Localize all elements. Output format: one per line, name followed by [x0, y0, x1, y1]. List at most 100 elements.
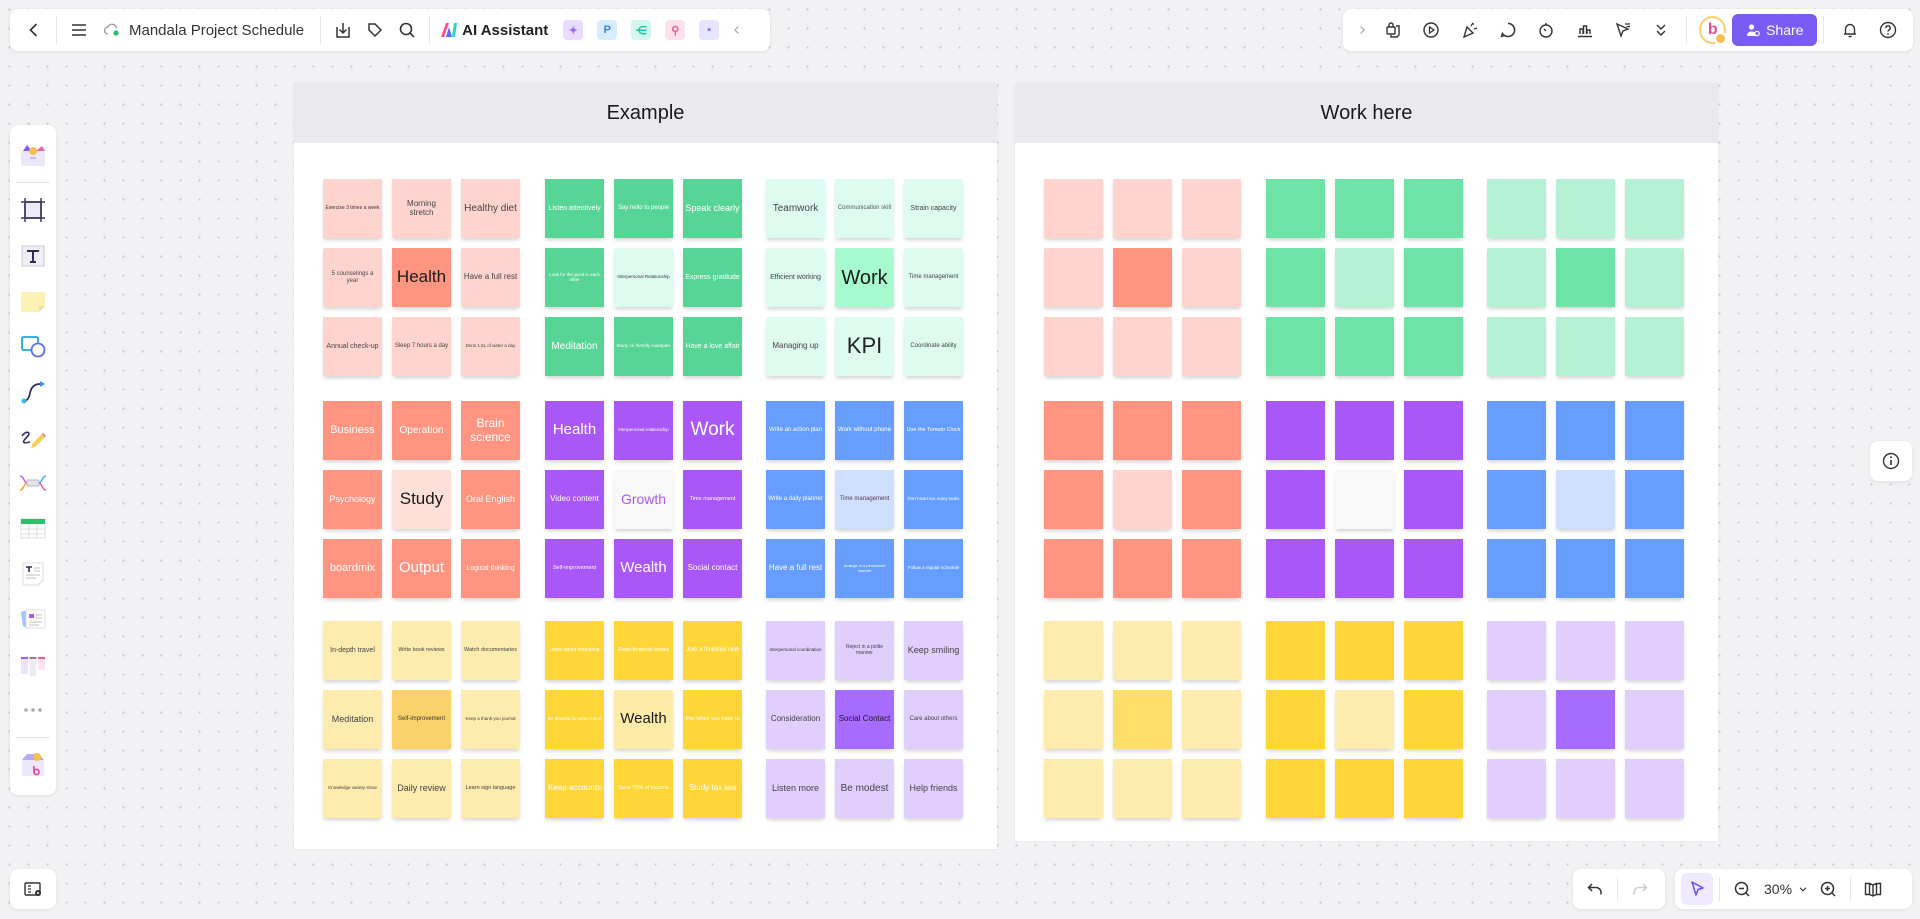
- sticky-note[interactable]: Logical thinking: [461, 539, 520, 598]
- more-tools-button[interactable]: [1646, 14, 1676, 46]
- empty-sticky-note-center[interactable]: [1556, 248, 1615, 307]
- sticky-note[interactable]: KPI: [835, 317, 894, 376]
- sticky-note[interactable]: Oral English: [461, 470, 520, 529]
- empty-sticky-note[interactable]: [1113, 317, 1172, 376]
- sticky-note[interactable]: Reject in a polite manner: [835, 621, 894, 680]
- empty-sticky-note[interactable]: [1335, 539, 1394, 598]
- sticky-note[interactable]: Write an action plan: [766, 401, 825, 460]
- sticky-note[interactable]: Brain science: [461, 401, 520, 460]
- empty-sticky-note[interactable]: [1182, 470, 1241, 529]
- sticky-note[interactable]: Have a full rest: [766, 539, 825, 598]
- undo-button[interactable]: [1579, 873, 1611, 905]
- empty-sticky-note[interactable]: [1266, 690, 1325, 749]
- sticky-note[interactable]: Coordinate ability: [904, 317, 963, 376]
- sticky-note[interactable]: Psychology: [323, 470, 382, 529]
- share-button[interactable]: Share: [1732, 14, 1818, 46]
- empty-sticky-note[interactable]: [1625, 179, 1684, 238]
- sticky-note[interactable]: Keep accounts: [545, 759, 604, 818]
- sticky-note[interactable]: Have a love affair: [683, 317, 742, 376]
- notifications-button[interactable]: [1834, 14, 1864, 46]
- zoom-in-button[interactable]: [1812, 873, 1844, 905]
- empty-sticky-note[interactable]: [1044, 759, 1103, 818]
- sticky-note-center[interactable]: Wealth: [614, 690, 673, 749]
- sticky-note[interactable]: Wealth: [614, 539, 673, 598]
- sticky-note[interactable]: Keep a thank-you journal: [461, 690, 520, 749]
- sticky-note[interactable]: Social contact: [683, 539, 742, 598]
- sticky-note-center[interactable]: Growth: [614, 470, 673, 529]
- sticky-note[interactable]: Meditation: [545, 317, 604, 376]
- empty-sticky-note[interactable]: [1044, 317, 1103, 376]
- sticky-note-center[interactable]: Study: [392, 470, 451, 529]
- empty-sticky-note[interactable]: [1335, 759, 1394, 818]
- redo-button[interactable]: [1624, 873, 1656, 905]
- export-button[interactable]: [327, 14, 359, 46]
- empty-sticky-note[interactable]: [1182, 539, 1241, 598]
- sticky-note-center[interactable]: Health: [392, 248, 451, 307]
- info-button[interactable]: [1870, 441, 1912, 481]
- sticky-note-center[interactable]: Work: [835, 248, 894, 307]
- sticky-note[interactable]: Time management: [683, 470, 742, 529]
- sticky-note[interactable]: Help friends: [904, 759, 963, 818]
- sticky-note-tool[interactable]: [15, 283, 51, 318]
- zoom-out-button[interactable]: [1726, 873, 1758, 905]
- frame-example[interactable]: Example Exercise 3 times a week Morning s…: [294, 83, 997, 849]
- empty-sticky-note[interactable]: [1487, 401, 1546, 460]
- sticky-note[interactable]: Output: [392, 539, 451, 598]
- empty-sticky-note[interactable]: [1487, 539, 1546, 598]
- empty-sticky-note[interactable]: [1266, 401, 1325, 460]
- sticky-note[interactable]: Write book reviews: [392, 621, 451, 680]
- empty-sticky-note[interactable]: [1487, 179, 1546, 238]
- empty-sticky-note[interactable]: [1044, 248, 1103, 307]
- empty-sticky-note[interactable]: [1113, 539, 1172, 598]
- text-tool[interactable]: [15, 238, 51, 273]
- sticky-note[interactable]: Healthy diet: [461, 179, 520, 238]
- timer-button[interactable]: [1531, 14, 1561, 46]
- sticky-note[interactable]: Annual check-up: [323, 317, 382, 376]
- frame-tool[interactable]: [15, 192, 51, 227]
- present-button[interactable]: [1416, 14, 1446, 46]
- empty-sticky-note-center[interactable]: [1335, 248, 1394, 307]
- sticky-note-center[interactable]: Interpersonal Relationship: [614, 248, 673, 307]
- sticky-note[interactable]: In-depth travel: [323, 621, 382, 680]
- empty-sticky-note[interactable]: [1404, 248, 1463, 307]
- sticky-note[interactable]: Learn about marketing: [545, 621, 604, 680]
- empty-sticky-note[interactable]: [1182, 179, 1241, 238]
- comment-button[interactable]: [1493, 14, 1523, 46]
- sticky-note-center[interactable]: Social Contact: [835, 690, 894, 749]
- pen-tool[interactable]: [15, 420, 51, 455]
- more-tools-button[interactable]: [15, 692, 51, 727]
- empty-sticky-note[interactable]: [1335, 401, 1394, 460]
- empty-sticky-note[interactable]: [1182, 317, 1241, 376]
- empty-sticky-note[interactable]: [1556, 539, 1615, 598]
- empty-sticky-note[interactable]: [1487, 317, 1546, 376]
- select-tool-button[interactable]: [1681, 873, 1713, 905]
- connector-tool[interactable]: [15, 374, 51, 409]
- tag-button[interactable]: [359, 14, 391, 46]
- outline-button[interactable]: [10, 869, 56, 909]
- celebrate-button[interactable]: [1455, 14, 1485, 46]
- document-title[interactable]: Mandala Project Schedule: [129, 22, 304, 39]
- sticky-note[interactable]: Meditation: [323, 690, 382, 749]
- empty-sticky-note-center[interactable]: [1335, 690, 1394, 749]
- boardmix-apps-tool[interactable]: [15, 747, 51, 782]
- empty-sticky-note[interactable]: [1556, 759, 1615, 818]
- sticky-note[interactable]: Video content: [545, 470, 604, 529]
- empty-sticky-note[interactable]: [1625, 621, 1684, 680]
- vote-button[interactable]: [1570, 14, 1600, 46]
- back-button[interactable]: [18, 14, 50, 46]
- frame-work-here[interactable]: Work here: [1015, 83, 1718, 841]
- empty-sticky-note[interactable]: [1556, 179, 1615, 238]
- empty-sticky-note-center[interactable]: [1335, 470, 1394, 529]
- empty-sticky-note-center[interactable]: [1113, 248, 1172, 307]
- map-view-button[interactable]: [1857, 873, 1889, 905]
- sticky-note[interactable]: Time management: [904, 248, 963, 307]
- empty-sticky-note[interactable]: [1625, 248, 1684, 307]
- sticky-note[interactable]: Work without phone: [835, 401, 894, 460]
- empty-sticky-note[interactable]: [1625, 470, 1684, 529]
- empty-sticky-note-center[interactable]: [1556, 470, 1615, 529]
- sticky-note[interactable]: Listen more: [766, 759, 825, 818]
- empty-sticky-note[interactable]: [1404, 179, 1463, 238]
- sticky-note[interactable]: Daily review: [392, 759, 451, 818]
- sticky-note[interactable]: Look for the good in each other: [545, 248, 604, 307]
- kanban-tool[interactable]: [15, 647, 51, 682]
